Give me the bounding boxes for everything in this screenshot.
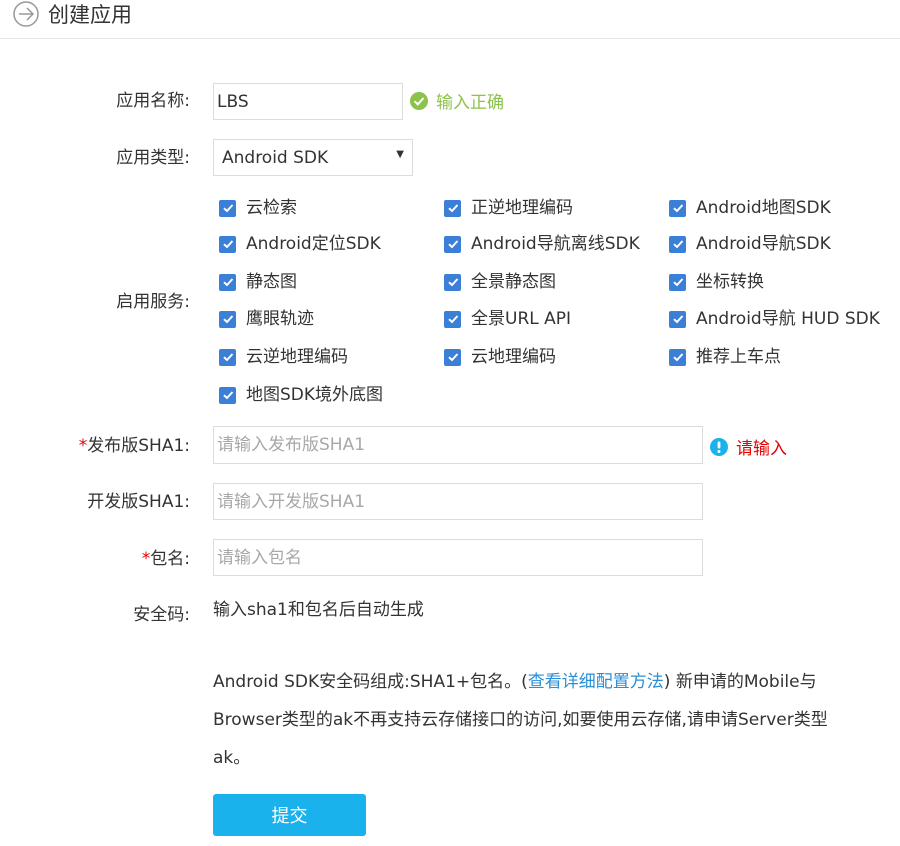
app-name-label: 应用名称: (116, 91, 190, 111)
dev-sha1-label: 开发版SHA1: (87, 492, 190, 512)
checkbox-checked-icon (444, 199, 461, 217)
submit-button[interactable]: 提交 (213, 794, 366, 836)
app-name-status-text: 输入正确 (436, 93, 504, 113)
release-sha1-error-text: 请输入 (736, 439, 787, 459)
dev-sha1-input[interactable] (213, 483, 703, 520)
security-code-note: Android SDK安全码组成:SHA1+包名。(查看详细配置方法) 新申请的… (213, 672, 828, 768)
package-name-label: *包名: (141, 549, 190, 569)
checkbox-checked-icon (219, 273, 236, 291)
services-label: 启用服务: (116, 292, 190, 312)
app-name-status: 输入正确 (410, 88, 504, 113)
service-checkbox[interactable]: 云检索 (219, 198, 297, 218)
service-checkbox[interactable]: Android地图SDK (669, 198, 831, 218)
checkbox-checked-icon (444, 273, 461, 291)
dropdown-arrow-icon: ▼ (396, 149, 404, 160)
required-mark: * (78, 436, 88, 456)
service-checkbox[interactable]: 鹰眼轨迹 (219, 309, 314, 329)
release-sha1-input[interactable] (213, 426, 703, 464)
service-checkbox[interactable]: 静态图 (219, 272, 297, 292)
service-checkbox[interactable]: 云地理编码 (444, 347, 556, 367)
checkbox-checked-icon (444, 310, 461, 328)
config-help-link[interactable]: 查看详细配置方法 (528, 672, 664, 692)
service-checkbox[interactable]: 全景静态图 (444, 272, 556, 292)
service-checkbox[interactable]: 地图SDK境外底图 (219, 385, 383, 405)
security-code-value: 输入sha1和包名后自动生成 (213, 600, 424, 620)
exclamation-circle-icon (710, 437, 728, 456)
service-checkbox[interactable]: Android导航离线SDK (444, 234, 640, 254)
checkbox-checked-icon (669, 310, 686, 328)
service-checkbox[interactable]: 坐标转换 (669, 272, 764, 292)
app-type-value: Android SDK (222, 148, 329, 168)
app-type-label: 应用类型: (116, 148, 190, 168)
service-checkbox[interactable]: 推荐上车点 (669, 347, 781, 367)
checkbox-checked-icon (219, 348, 236, 366)
service-checkbox[interactable]: Android定位SDK (219, 234, 381, 254)
required-mark: * (141, 549, 151, 569)
checkbox-checked-icon (669, 199, 686, 217)
check-circle-icon (410, 91, 428, 110)
checkbox-checked-icon (669, 273, 686, 291)
checkbox-checked-icon (669, 348, 686, 366)
service-checkbox[interactable]: Android导航 HUD SDK (669, 309, 880, 329)
service-checkbox[interactable]: 云逆地理编码 (219, 347, 348, 367)
checkbox-checked-icon (219, 235, 236, 253)
app-type-select[interactable]: Android SDK ▼ (213, 139, 413, 176)
checkbox-checked-icon (444, 235, 461, 253)
security-code-label: 安全码: (133, 605, 190, 625)
back-arrow-icon[interactable] (13, 1, 39, 27)
app-name-input[interactable] (213, 83, 403, 120)
service-checkbox[interactable]: 正逆地理编码 (444, 198, 573, 218)
release-sha1-error: 请输入 (710, 434, 787, 459)
checkbox-checked-icon (444, 348, 461, 366)
checkbox-checked-icon (219, 386, 236, 404)
service-checkbox[interactable]: Android导航SDK (669, 234, 831, 254)
page-title: 创建应用 (48, 3, 132, 27)
checkbox-checked-icon (219, 310, 236, 328)
release-sha1-label: *发布版SHA1: (78, 436, 190, 456)
checkbox-checked-icon (219, 199, 236, 217)
page-header: 创建应用 (0, 0, 900, 39)
service-checkbox[interactable]: 全景URL API (444, 309, 571, 329)
package-name-input[interactable] (213, 539, 703, 576)
checkbox-checked-icon (669, 235, 686, 253)
